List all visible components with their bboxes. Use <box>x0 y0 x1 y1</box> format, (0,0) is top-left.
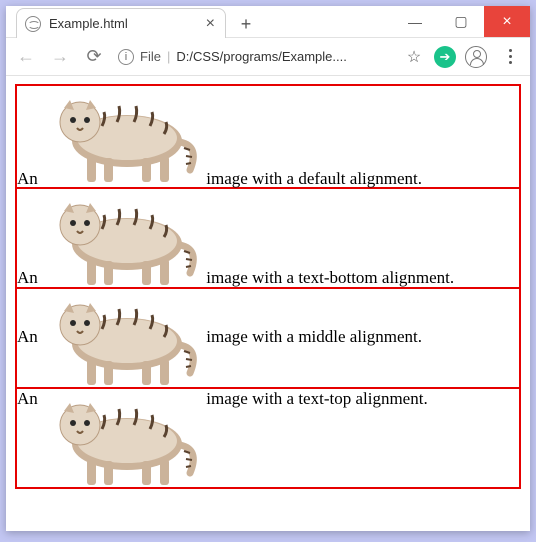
globe-icon <box>25 16 41 32</box>
star-icon: ☆ <box>407 47 421 67</box>
tabstrip: Example.html × + <box>6 5 260 38</box>
new-tab-button[interactable]: + <box>232 10 260 38</box>
example-box: An image with a default alignment. <box>15 84 521 189</box>
bookmark-button[interactable]: ☆ <box>400 43 428 71</box>
url-path: D:/CSS/programs/Example.... <box>176 49 347 64</box>
example-box: An image with a text-bottom alignment. <box>15 187 521 289</box>
example-box: An image with a text-top alignment. <box>15 387 521 489</box>
window-close-button[interactable]: × <box>484 6 530 37</box>
tiger-image <box>42 289 202 387</box>
example-text-pre: An <box>17 327 38 346</box>
example-text-post: image with a default alignment. <box>206 169 422 188</box>
back-button[interactable]: ← <box>12 43 40 71</box>
tab-title: Example.html <box>49 16 198 31</box>
browser-window: Example.html × + — ▢ × ← → ⟳ i File | D:… <box>6 6 530 531</box>
forward-button[interactable]: → <box>46 43 74 71</box>
address-bar: ← → ⟳ i File | D:/CSS/programs/Example..… <box>6 38 530 76</box>
avatar-icon <box>465 46 487 68</box>
reload-button[interactable]: ⟳ <box>80 43 108 71</box>
example-text-post: image with a text-bottom alignment. <box>206 268 454 287</box>
browser-menu-button[interactable] <box>496 43 524 71</box>
example-text-post: image with a text-top alignment. <box>206 389 427 408</box>
url-divider: | <box>167 49 170 64</box>
minimize-button[interactable]: — <box>392 6 438 37</box>
maximize-button[interactable]: ▢ <box>438 6 484 37</box>
page-content: An image with a default alignment.An ima… <box>6 76 530 531</box>
example-text-pre: An <box>17 268 38 287</box>
info-icon[interactable]: i <box>118 49 134 65</box>
tiger-image <box>42 86 202 184</box>
extension-badge[interactable]: ➔ <box>434 46 456 68</box>
tab-active[interactable]: Example.html × <box>16 8 226 38</box>
tiger-image <box>42 389 202 487</box>
url-box[interactable]: i File | D:/CSS/programs/Example.... <box>114 49 394 65</box>
profile-button[interactable] <box>462 43 490 71</box>
titlebar: Example.html × + — ▢ × <box>6 6 530 38</box>
url-scheme: File <box>140 49 161 64</box>
example-text-pre: An <box>17 389 38 408</box>
example-text-pre: An <box>17 169 38 188</box>
tiger-image <box>42 189 202 287</box>
example-text-post: image with a middle alignment. <box>206 327 422 346</box>
close-icon[interactable]: × <box>206 16 215 32</box>
example-box: An image with a middle alignment. <box>15 287 521 389</box>
